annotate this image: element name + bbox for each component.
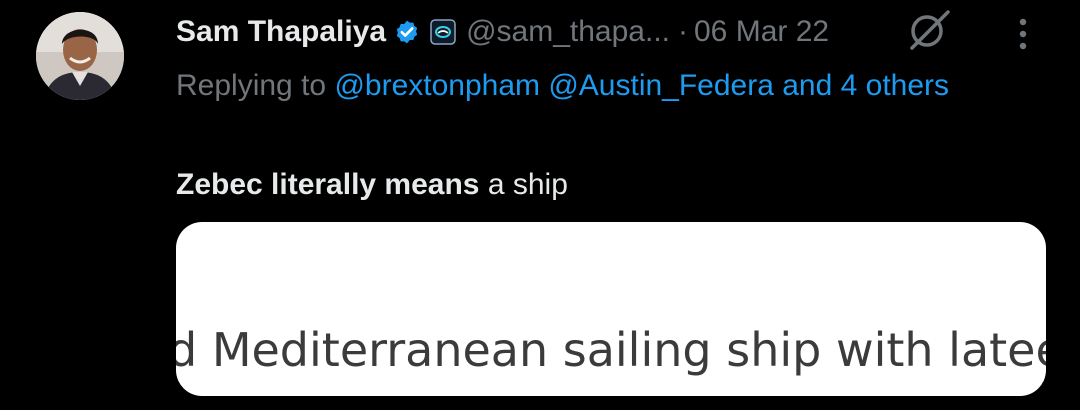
- tweet-media-image[interactable]: d Mediterranean sailing ship with lateen: [176, 222, 1046, 396]
- separator-dot: ·: [678, 15, 688, 48]
- more-vertical-icon[interactable]: [1010, 14, 1036, 54]
- tweet-header: Sam Thapaliya @sam_thapa... · 06 Mar 22: [176, 10, 829, 54]
- replying-to: Replying to @brextonpham @Austin_Federa …: [176, 64, 996, 108]
- replying-prefix: Replying to: [176, 69, 335, 102]
- tweet[interactable]: Sam Thapaliya @sam_thapa... · 06 Mar 22: [0, 0, 1080, 410]
- author-handle[interactable]: @sam_thapa...: [466, 15, 670, 49]
- tweet-text-bold: Zebec literally means: [176, 168, 480, 201]
- affiliate-badge-icon[interactable]: [430, 19, 456, 45]
- replying-mentions-link[interactable]: @brextonpham @Austin_Federa and 4 others: [334, 69, 949, 102]
- tweet-date[interactable]: 06 Mar 22: [694, 15, 829, 49]
- verified-badge-icon[interactable]: [394, 19, 420, 45]
- media-image-text: d Mediterranean sailing ship with lateen: [176, 323, 1046, 377]
- user-avatar[interactable]: [36, 12, 124, 100]
- author-display-name[interactable]: Sam Thapaliya: [176, 15, 386, 49]
- tweet-text: Zebec literally means a ship: [176, 163, 568, 207]
- tweet-text-rest: a ship: [479, 168, 568, 201]
- grok-icon[interactable]: [904, 6, 954, 52]
